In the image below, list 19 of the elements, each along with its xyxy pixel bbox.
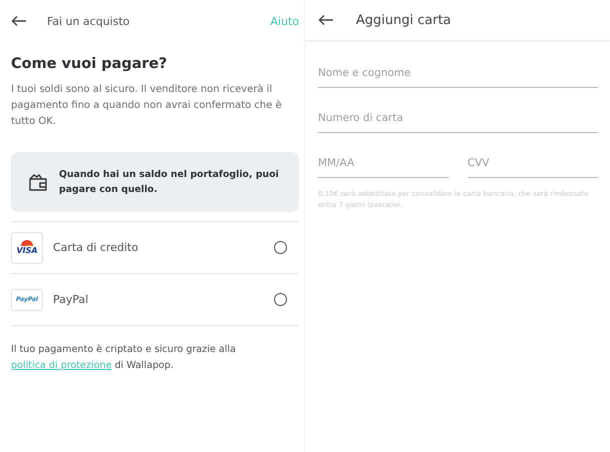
- input-field[interactable]: MM/AA: [318, 151, 448, 178]
- security-note: Il tuo pagamento è criptato e sicuro grazie alla politica di protezione di Wallapop.: [11, 343, 237, 373]
- payment-option-label: Carta di credito: [53, 241, 140, 254]
- page-title: Fai un acquisto: [47, 14, 131, 28]
- back-icon[interactable]: [318, 14, 334, 26]
- payment-option[interactable]: VISA Carta di credito: [11, 222, 299, 274]
- input-field[interactable]: Numero di carta: [318, 106, 598, 133]
- wallet-notice-text: Quando hai un saldo nel portafoglio, puoi pagare con quello.: [59, 168, 280, 197]
- credit-card-logo: VISA: [11, 232, 43, 264]
- wallet-icon: [27, 172, 49, 192]
- input-field[interactable]: Nome e cognome: [318, 61, 598, 88]
- payment-option-label: PayPal: [53, 293, 90, 306]
- intro-text: I tuoi soldi sono al sicuro. Il venditore non riceverà il pagamento fino a quando non avrai confermato che è tutto OK.: [11, 83, 283, 129]
- input-field[interactable]: CVV: [468, 151, 598, 178]
- back-icon[interactable]: [11, 15, 27, 27]
- section-heading: Come vuoi pagare?: [11, 56, 168, 72]
- page-title: Aggiungi carta: [356, 12, 452, 28]
- radio-button[interactable]: [274, 241, 287, 254]
- radio-button[interactable]: [274, 293, 287, 306]
